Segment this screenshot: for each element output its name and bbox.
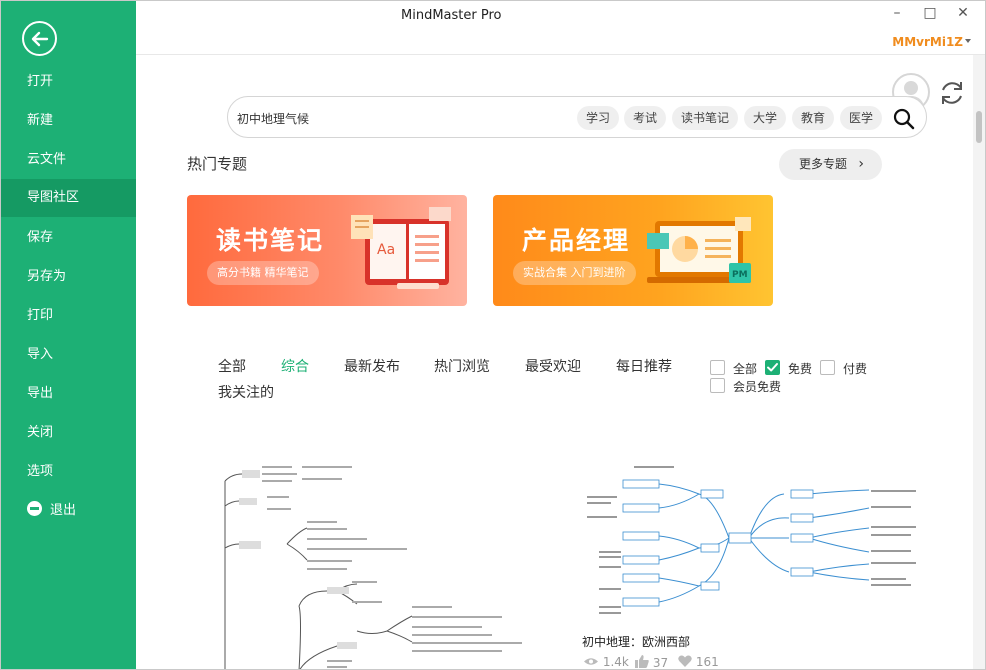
- banner-title: 读书笔记: [216, 226, 325, 255]
- tab-latest[interactable]: 最新发布: [344, 356, 400, 376]
- banner-reading-notes[interactable]: 读书笔记 高分书籍 精华笔记 Aa: [187, 195, 467, 306]
- window-title: MindMaster Pro: [401, 8, 502, 23]
- sidebar-item-label: 打开: [27, 74, 54, 89]
- banner-title: 产品经理: [522, 226, 631, 255]
- checkbox-free-label: 免费: [788, 362, 813, 376]
- checkbox-paid[interactable]: [820, 360, 835, 375]
- chevron-right-icon: ›: [858, 156, 864, 172]
- checkbox-member-free-label: 会员免费: [733, 380, 782, 394]
- sidebar-item-label: 退出: [50, 503, 77, 518]
- sidebar-item-label: 导入: [27, 347, 54, 362]
- card-title[interactable]: 初中地理：欧洲西部: [582, 633, 690, 650]
- sidebar-item-label: 打印: [27, 308, 54, 323]
- banner-subtitle: 高分书籍 精华笔记: [207, 261, 319, 285]
- search-tag[interactable]: 大学: [744, 106, 787, 130]
- mindmap-card-thumbnail[interactable]: [187, 456, 527, 669]
- checkbox-all-label: 全部: [733, 362, 758, 376]
- sidebar-item-save-as[interactable]: 另存为: [1, 258, 136, 296]
- checkbox-all[interactable]: [710, 360, 725, 375]
- sidebar-item-close[interactable]: 关闭: [1, 414, 136, 452]
- tab-hot-views[interactable]: 热门浏览: [434, 356, 490, 376]
- search-tag[interactable]: 学习: [577, 106, 620, 130]
- checkbox-member-free[interactable]: [710, 378, 725, 393]
- search-tag[interactable]: 读书笔记: [672, 106, 739, 130]
- app-window: 打开 新建 云文件 导图社区 保存 另存为 打印 导入 导出 关闭 选项 退出 …: [0, 0, 986, 670]
- title-bar: MindMaster Pro – □ ✕ MMvrMi1Z: [136, 1, 985, 55]
- mindmap-preview-image: [224, 466, 522, 669]
- arrow-left-icon: [31, 31, 49, 47]
- close-button[interactable]: ✕: [951, 5, 975, 25]
- minimize-button[interactable]: –: [885, 5, 909, 25]
- sidebar-item-new[interactable]: 新建: [1, 102, 136, 140]
- caret-down-icon[interactable]: [965, 39, 971, 43]
- sidebar-item-label: 导图社区: [27, 190, 80, 205]
- sidebar-item-community[interactable]: 导图社区: [1, 179, 136, 217]
- search-tag[interactable]: 考试: [624, 106, 667, 130]
- favorites-count: 161: [695, 655, 719, 669]
- tab-most-popular[interactable]: 最受欢迎: [525, 356, 581, 376]
- banner-product-manager[interactable]: 产品经理 实战合集 入门到进阶 PM: [493, 195, 773, 306]
- sidebar: 打开 新建 云文件 导图社区 保存 另存为 打印 导入 导出 关闭 选项 退出: [1, 1, 136, 669]
- maximize-button[interactable]: □: [918, 5, 942, 25]
- likes-stat[interactable]: 37: [635, 655, 669, 670]
- views-stat: 1.4k: [583, 655, 629, 669]
- eye-icon: [584, 658, 598, 665]
- sidebar-item-label: 云文件: [27, 152, 67, 167]
- search-bar[interactable]: 初中地理气候 学习 考试 读书笔记 大学 教育 医学: [227, 96, 927, 138]
- section-title: 热门专题: [187, 155, 248, 173]
- banner-subtitle: 实战合集 入门到进阶: [513, 261, 636, 285]
- favorites-stat[interactable]: 161: [678, 655, 719, 669]
- sidebar-item-cloud-files[interactable]: 云文件: [1, 141, 136, 179]
- tab-following[interactable]: 我关注的: [218, 382, 274, 402]
- laptop-illustration-icon: PM: [647, 217, 751, 283]
- mindmap-preview-image: [587, 466, 916, 614]
- minus-circle-icon: [27, 501, 42, 516]
- more-topics-label: 更多专题: [799, 157, 848, 171]
- more-topics-button[interactable]: 更多专题 ›: [779, 149, 882, 180]
- tab-daily-picks[interactable]: 每日推荐: [616, 356, 672, 376]
- search-icon[interactable]: [893, 108, 915, 130]
- checkbox-free[interactable]: [765, 360, 780, 375]
- views-count: 1.4k: [602, 655, 629, 669]
- back-button[interactable]: [22, 21, 57, 56]
- sidebar-item-save[interactable]: 保存: [1, 219, 136, 257]
- sidebar-item-import[interactable]: 导入: [1, 336, 136, 374]
- sidebar-item-options[interactable]: 选项: [1, 453, 136, 491]
- tab-comprehensive[interactable]: 综合: [281, 356, 309, 376]
- checkmark-icon: [767, 363, 778, 372]
- likes-count: 37: [652, 656, 669, 670]
- search-input[interactable]: 初中地理气候: [237, 110, 309, 127]
- refresh-icon[interactable]: [937, 78, 967, 112]
- svg-text:Aa: Aa: [377, 242, 395, 258]
- sidebar-item-label: 关闭: [27, 425, 54, 440]
- checkbox-paid-label: 付费: [843, 362, 868, 376]
- sidebar-item-label: 导出: [27, 386, 54, 401]
- sidebar-item-label: 选项: [27, 464, 54, 479]
- search-tag[interactable]: 医学: [840, 106, 883, 130]
- scrollbar[interactable]: [973, 55, 985, 669]
- thumbs-up-icon: [635, 655, 649, 668]
- mindmap-card-thumbnail[interactable]: [579, 456, 929, 621]
- search-tag[interactable]: 教育: [792, 106, 835, 130]
- pm-badge: PM: [732, 270, 748, 280]
- sidebar-item-open[interactable]: 打开: [1, 63, 136, 101]
- sidebar-item-label: 新建: [27, 113, 54, 128]
- tab-all[interactable]: 全部: [218, 356, 246, 376]
- sidebar-item-export[interactable]: 导出: [1, 375, 136, 413]
- book-illustration-icon: Aa: [351, 207, 451, 289]
- sidebar-item-label: 保存: [27, 230, 54, 245]
- heart-icon: [678, 655, 692, 667]
- sidebar-item-exit[interactable]: 退出: [1, 492, 136, 530]
- username[interactable]: MMvrMi1Z: [892, 35, 963, 49]
- sidebar-item-label: 另存为: [27, 269, 67, 284]
- sidebar-item-print[interactable]: 打印: [1, 297, 136, 335]
- scrollbar-thumb[interactable]: [976, 111, 982, 143]
